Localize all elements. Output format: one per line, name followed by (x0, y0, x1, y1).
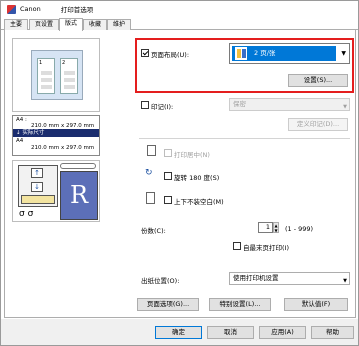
output-tray-label: 出纸位置(O): (141, 277, 180, 285)
rotate-180-label: 旋转 180 度(S) (174, 174, 220, 182)
page-options-button[interactable]: 页面选项(G)... (137, 298, 199, 311)
tab-page-setup[interactable]: 页设置 (29, 19, 60, 30)
print-from-last-label: 自最末页打印(I) (243, 244, 289, 252)
subpage-number: 1 (39, 60, 43, 66)
subpage-number: 2 (62, 60, 66, 66)
fit-mode-row: ↓ 实际尺寸 (13, 129, 99, 137)
stamp-checkbox[interactable] (141, 101, 149, 109)
copies-spinner[interactable]: ▲ ▼ (273, 222, 279, 233)
special-settings-button[interactable]: 特别设置(L)... (209, 298, 271, 311)
copies-input[interactable]: 1 (258, 222, 273, 233)
paper-roll-icon (60, 163, 96, 169)
output-paper-label: A4 (16, 138, 24, 144)
help-button[interactable]: 帮助 (311, 326, 354, 339)
printing-preferences-window: Canon 打印首选项 主要 页设置 版式 收藏 维护 1 2 A4 : 210… (0, 0, 359, 346)
apply-button[interactable]: 应用(A) (259, 326, 306, 339)
layout-preview: 1 2 (12, 38, 100, 112)
document-icon (147, 145, 156, 156)
rotated-page-r-icon: R (60, 171, 98, 220)
tab-maintenance[interactable]: 维护 (107, 19, 132, 30)
page-layout-settings-button[interactable]: 设置(S)... (288, 74, 348, 87)
print-from-last-checkbox[interactable] (233, 242, 241, 250)
rotate-icon: ↻ (145, 168, 153, 178)
no-margin-checkbox[interactable] (164, 196, 172, 204)
copies-label: 份数(C): (141, 227, 166, 235)
output-tray-select[interactable]: 使用打印机设置 ▼ (229, 272, 350, 285)
preview-subpage-2: 2 (60, 58, 78, 94)
page-layout-label: 页面布局(U): (151, 51, 190, 59)
title-bar: Canon 打印首选项 (1, 1, 358, 17)
preview-subpage-1: 1 (37, 58, 55, 94)
down-arrow-icon: ↓ (16, 130, 21, 136)
print-center-label: 打印居中(N) (174, 151, 210, 159)
no-margin-label: 上下不装空白(M) (174, 198, 224, 206)
defaults-button[interactable]: 默认值(F) (284, 298, 348, 311)
page-layout-selected-value: 2 页/张 (254, 49, 276, 57)
paper-info-box: A4 : 210.0 mm x 297.0 mm ↓ 实际尺寸 A4 210.0… (12, 115, 100, 156)
window-brand: Canon (20, 5, 41, 13)
tab-strip: 主要 页设置 版式 收藏 维护 (1, 18, 358, 31)
chevron-down-icon: ▼ (341, 50, 346, 57)
window-title: 打印首选项 (60, 6, 94, 14)
stamp-select[interactable]: 保密 ▼ (229, 98, 350, 111)
tab-favorites[interactable]: 收藏 (83, 19, 108, 30)
chevron-down-icon: ▼ (343, 278, 347, 284)
tab-layout[interactable]: 版式 (59, 18, 84, 31)
duplex-icon: σ σ (19, 209, 34, 219)
ok-button[interactable]: 确定 (155, 326, 202, 339)
output-tray-value: 使用打印机设置 (233, 274, 279, 282)
printer-tray-icon: ↑ ↓ (18, 165, 58, 207)
define-stamp-button[interactable]: 定义印记(D)... (288, 118, 348, 131)
canon-app-icon (7, 4, 16, 14)
printer-preview: ↑ ↓ R σ σ (12, 160, 100, 222)
print-center-checkbox[interactable] (164, 149, 172, 157)
divider (139, 138, 350, 139)
two-pages-per-sheet-icon (235, 47, 247, 60)
page-layout-select[interactable]: 2 页/张 ▼ (229, 43, 350, 64)
copies-range: (1 - 999) (285, 225, 314, 233)
paper-size-label: A4 : (16, 117, 27, 123)
output-paper-dimensions: 210.0 mm x 297.0 mm (31, 145, 95, 151)
page-margin-icon (146, 192, 155, 204)
cancel-button[interactable]: 取消 (207, 326, 254, 339)
stamp-label: 印记(I): (151, 103, 174, 111)
fit-mode-label: 实际尺寸 (22, 130, 45, 136)
tab-main[interactable]: 主要 (4, 19, 29, 30)
page-layout-checkbox[interactable] (141, 49, 149, 57)
rotate-180-checkbox[interactable] (164, 172, 172, 180)
page-layout-selected: 2 页/张 (232, 46, 336, 61)
preview-sheet: 1 2 (31, 50, 83, 100)
stamp-select-value: 保密 (233, 100, 246, 108)
chevron-down-icon: ▼ (343, 104, 347, 110)
